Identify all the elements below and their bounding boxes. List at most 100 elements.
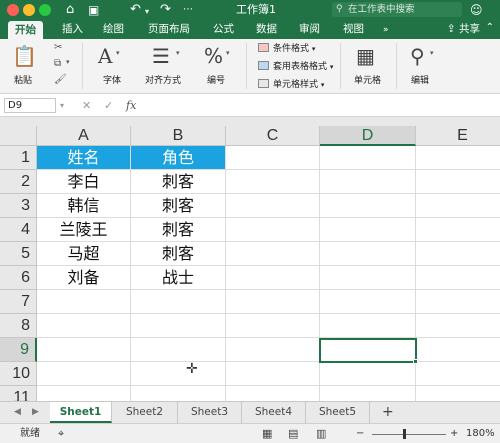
- add-sheet-button[interactable]: +: [382, 402, 394, 423]
- grid-cell[interactable]: [226, 362, 320, 386]
- zoom-out-button[interactable]: −: [356, 427, 364, 441]
- cell-b6[interactable]: 战士: [131, 266, 226, 290]
- tab-more-icon[interactable]: »: [383, 23, 389, 38]
- undo-icon[interactable]: ↶: [130, 1, 141, 19]
- grid-cell[interactable]: [37, 314, 131, 338]
- collapse-ribbon-icon[interactable]: ⌃: [486, 22, 494, 33]
- share-button[interactable]: ⇪ 共享: [447, 22, 480, 37]
- minimize-window-button[interactable]: [23, 4, 35, 16]
- page-layout-view-icon[interactable]: ▤: [288, 428, 298, 440]
- cell-a4[interactable]: 兰陵王: [37, 218, 131, 242]
- tab-insert[interactable]: 插入: [62, 22, 83, 37]
- cell-b2[interactable]: 刺客: [131, 170, 226, 194]
- grid-cell[interactable]: [416, 338, 500, 362]
- cell-style-button[interactable]: 单元格样式 ▾: [258, 79, 324, 91]
- grid-cell[interactable]: [320, 194, 416, 218]
- copy-dropdown-icon[interactable]: ▾: [66, 58, 70, 66]
- grid-cell[interactable]: [320, 266, 416, 290]
- grid-cell[interactable]: [226, 170, 320, 194]
- edit-dropdown-icon[interactable]: ▾: [430, 49, 434, 57]
- tab-review[interactable]: 审阅: [299, 22, 320, 37]
- name-box[interactable]: D9: [4, 98, 56, 113]
- number-format-icon[interactable]: %: [204, 45, 223, 67]
- prev-sheet-icon[interactable]: ◀: [14, 405, 21, 419]
- cell-a5[interactable]: 马超: [37, 242, 131, 266]
- zoom-slider[interactable]: [372, 429, 446, 439]
- normal-view-icon[interactable]: ▦: [262, 428, 272, 440]
- grid-cell[interactable]: [37, 290, 131, 314]
- cell-b1[interactable]: 角色: [131, 146, 226, 170]
- sheet-tab-1[interactable]: Sheet1: [50, 402, 112, 423]
- font-icon[interactable]: A: [98, 45, 112, 67]
- column-header-c[interactable]: C: [226, 126, 320, 146]
- sheet-tab-3[interactable]: Sheet3: [178, 402, 242, 423]
- cell-b4[interactable]: 刺客: [131, 218, 226, 242]
- sheet-tab-5[interactable]: Sheet5: [306, 402, 370, 423]
- table-format-button[interactable]: 套用表格格式 ▾: [258, 61, 333, 73]
- next-sheet-icon[interactable]: ▶: [32, 405, 39, 419]
- grid-cell[interactable]: [131, 362, 226, 386]
- grid-cell[interactable]: [226, 290, 320, 314]
- tab-formulas[interactable]: 公式: [213, 22, 234, 37]
- cell-a3[interactable]: 韩信: [37, 194, 131, 218]
- sheet-tab-2[interactable]: Sheet2: [112, 402, 178, 423]
- grid-cell[interactable]: [131, 386, 226, 401]
- grid-cell[interactable]: [320, 146, 416, 170]
- row-header-11[interactable]: 11: [0, 386, 37, 401]
- save-icon[interactable]: ▣: [88, 1, 99, 19]
- row-header-8[interactable]: 8: [0, 314, 37, 338]
- grid-cell[interactable]: [320, 218, 416, 242]
- grid-cell[interactable]: [416, 146, 500, 170]
- column-header-b[interactable]: B: [131, 126, 226, 146]
- grid-cell[interactable]: [416, 266, 500, 290]
- grid-cell[interactable]: [416, 362, 500, 386]
- tab-data[interactable]: 数据: [256, 22, 277, 37]
- cell-a6[interactable]: 刘备: [37, 266, 131, 290]
- cut-icon[interactable]: ✂: [54, 42, 62, 53]
- column-header-a[interactable]: A: [37, 126, 131, 146]
- row-header-3[interactable]: 3: [0, 194, 37, 218]
- grid-cell[interactable]: [320, 170, 416, 194]
- more-icon[interactable]: ⋯: [183, 1, 193, 19]
- fill-handle[interactable]: [413, 359, 418, 364]
- grid-cell[interactable]: [131, 314, 226, 338]
- cell-a1[interactable]: 姓名: [37, 146, 131, 170]
- grid-cell[interactable]: [37, 386, 131, 401]
- copy-icon[interactable]: ⧉: [54, 58, 61, 69]
- grid-cell[interactable]: [416, 218, 500, 242]
- zoom-in-button[interactable]: +: [450, 427, 458, 441]
- zoom-slider-thumb[interactable]: [403, 429, 406, 439]
- zoom-window-button[interactable]: [39, 4, 51, 16]
- cell-b5[interactable]: 刺客: [131, 242, 226, 266]
- grid-cell[interactable]: [320, 362, 416, 386]
- user-icon[interactable]: ☺: [470, 1, 483, 19]
- grid-cell[interactable]: [131, 290, 226, 314]
- row-header-10[interactable]: 10: [0, 362, 37, 386]
- tab-draw[interactable]: 绘图: [103, 22, 124, 37]
- row-header-7[interactable]: 7: [0, 290, 37, 314]
- sheet-tab-4[interactable]: Sheet4: [242, 402, 306, 423]
- cells-icon[interactable]: ▦: [356, 45, 375, 67]
- align-icon[interactable]: ☰: [152, 45, 170, 67]
- grid-cell[interactable]: [320, 386, 416, 401]
- grid-cell[interactable]: [37, 362, 131, 386]
- grid-cell[interactable]: [416, 290, 500, 314]
- grid-cell[interactable]: [37, 338, 131, 362]
- row-header-6[interactable]: 6: [0, 266, 37, 290]
- formula-input[interactable]: [150, 98, 490, 113]
- redo-icon[interactable]: ↷: [160, 1, 171, 19]
- row-header-5[interactable]: 5: [0, 242, 37, 266]
- conditional-format-button[interactable]: 条件格式 ▾: [258, 43, 315, 55]
- tab-view[interactable]: 视图: [343, 22, 364, 37]
- close-window-button[interactable]: [7, 4, 19, 16]
- row-header-2[interactable]: 2: [0, 170, 37, 194]
- grid-cell[interactable]: [226, 314, 320, 338]
- format-painter-icon[interactable]: 🖌: [54, 74, 67, 85]
- grid-cell[interactable]: [320, 314, 416, 338]
- accessibility-icon[interactable]: ⌖: [58, 428, 64, 440]
- align-dropdown-icon[interactable]: ▾: [176, 49, 180, 57]
- grid-cell[interactable]: [416, 194, 500, 218]
- search-input[interactable]: ⚲ 在工作表中搜索: [332, 2, 462, 17]
- search-edit-icon[interactable]: ⚲: [410, 45, 425, 67]
- enter-icon[interactable]: ✓: [104, 98, 113, 113]
